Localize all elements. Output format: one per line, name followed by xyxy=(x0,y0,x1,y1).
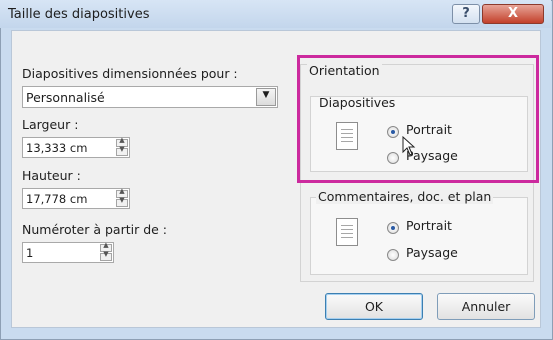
size-for-value: Personnalisé xyxy=(26,90,105,105)
number-from-spin-buttons[interactable]: ▲ ▼ xyxy=(100,241,112,261)
notes-landscape-label[interactable]: Paysage xyxy=(406,245,458,260)
mouse-pointer-icon xyxy=(402,136,416,156)
height-label: Hauteur : xyxy=(22,168,81,183)
spin-down-icon[interactable]: ▼ xyxy=(116,196,128,207)
size-for-select[interactable]: Personnalisé ▼ xyxy=(22,86,278,108)
size-for-dropdown-button[interactable]: ▼ xyxy=(256,88,276,106)
close-icon: X xyxy=(507,6,519,21)
title-bar: Taille des diapositives ? X xyxy=(0,0,551,28)
spin-down-icon[interactable]: ▼ xyxy=(116,145,128,156)
height-spin-buttons[interactable]: ▲ ▼ xyxy=(116,187,128,207)
dropdown-arrow-icon: ▼ xyxy=(262,90,270,100)
notes-landscape-radio[interactable] xyxy=(387,249,399,261)
dialog-title: Taille des diapositives xyxy=(8,7,150,22)
document-page-icon xyxy=(336,218,358,246)
width-spin-buttons[interactable]: ▲ ▼ xyxy=(116,136,128,156)
width-label: Largeur : xyxy=(22,117,79,132)
ok-button[interactable]: OK xyxy=(325,293,423,320)
height-spinner[interactable]: 17,778 cm ▲ ▼ xyxy=(22,187,130,209)
cancel-button-label: Annuler xyxy=(461,299,511,314)
close-button[interactable]: X xyxy=(482,4,544,24)
help-button[interactable]: ? xyxy=(452,4,480,24)
help-icon: ? xyxy=(462,6,470,21)
spin-down-icon[interactable]: ▼ xyxy=(100,250,112,261)
number-from-spinner[interactable]: 1 ▲ ▼ xyxy=(22,241,114,263)
ok-button-label: OK xyxy=(364,299,384,314)
notes-group-label: Commentaires, doc. et plan xyxy=(316,189,494,204)
number-from-value: 1 xyxy=(26,246,34,260)
notes-portrait-label[interactable]: Portrait xyxy=(406,218,452,233)
height-value: 17,778 cm xyxy=(26,192,88,206)
width-value: 13,333 cm xyxy=(26,141,88,155)
number-from-label: Numéroter à partir de : xyxy=(22,222,168,237)
width-spinner[interactable]: 13,333 cm ▲ ▼ xyxy=(22,136,130,158)
cancel-button[interactable]: Annuler xyxy=(437,293,535,320)
highlight-box xyxy=(297,55,539,183)
size-for-label: Diapositives dimensionnées pour : xyxy=(22,66,238,81)
notes-portrait-radio[interactable] xyxy=(387,222,399,234)
